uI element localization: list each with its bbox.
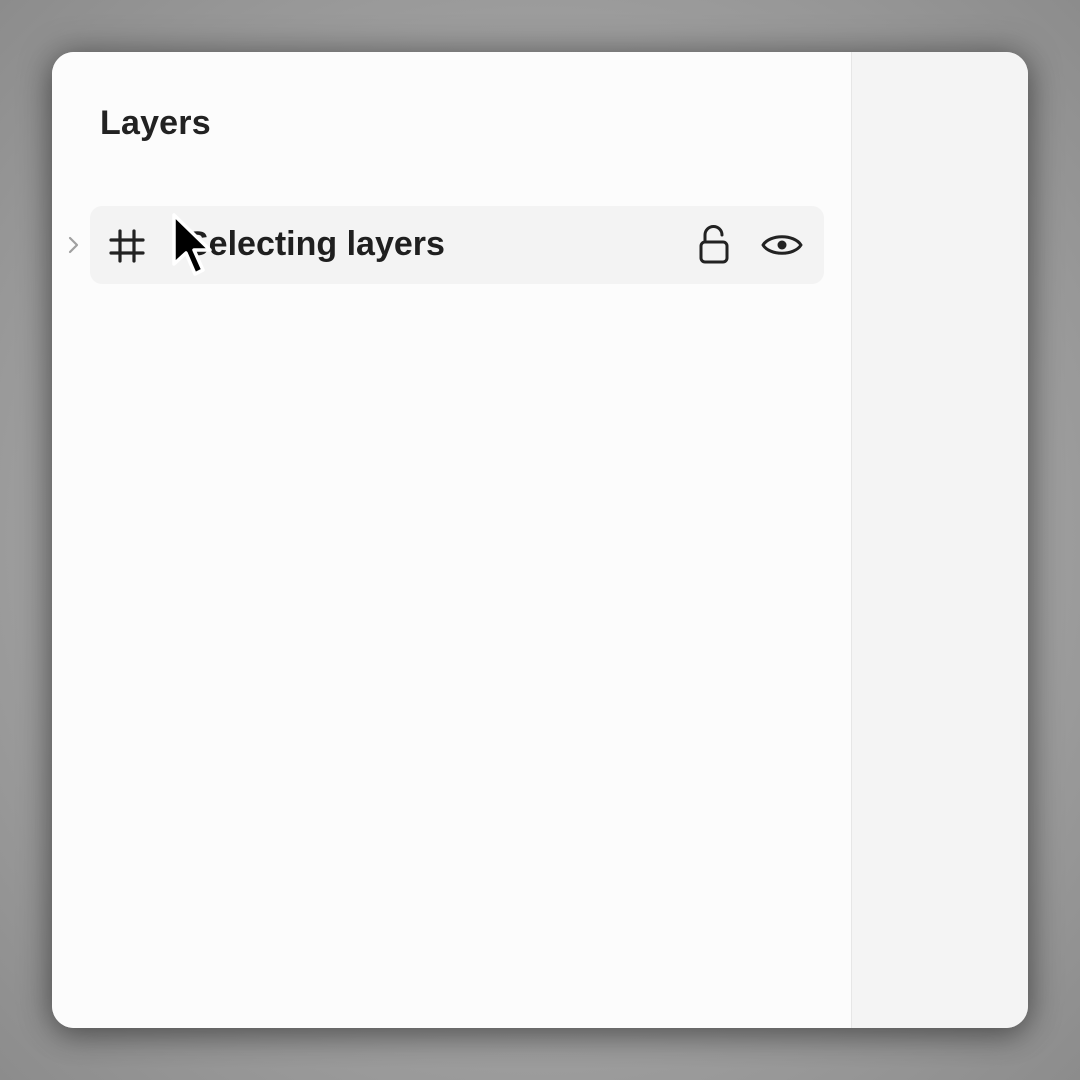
layers-panel: Layers Selecting layers <box>52 52 851 1028</box>
layer-name[interactable]: Selecting layers <box>186 225 445 264</box>
unlocked-icon[interactable] <box>694 224 734 266</box>
chevron-right-icon[interactable] <box>66 234 82 256</box>
eye-icon[interactable] <box>760 228 804 262</box>
layers-window: Layers Selecting layers <box>52 52 1028 1028</box>
frame-hash-icon <box>108 227 146 265</box>
layer-row[interactable]: Selecting layers <box>90 206 824 284</box>
panel-title: Layers <box>100 104 211 142</box>
canvas-area <box>851 52 1028 1028</box>
